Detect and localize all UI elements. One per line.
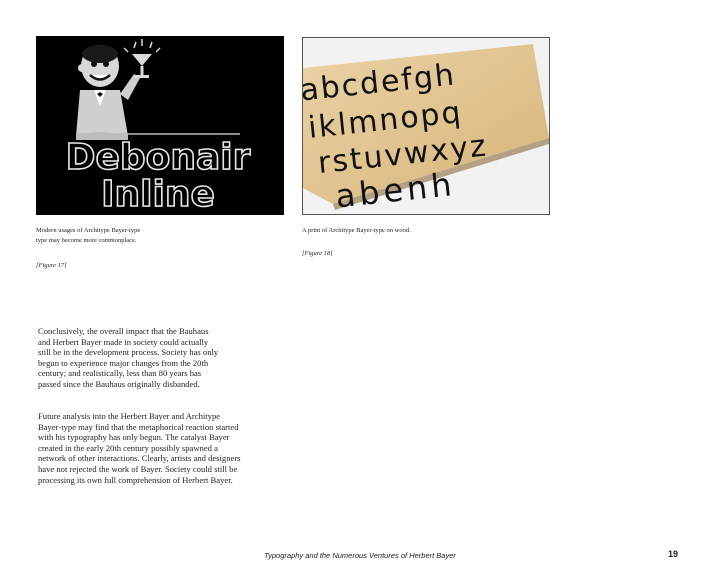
figure-18-caption: A print of Architype Bayer-type on wood. (302, 226, 502, 236)
figure-17-reference: [Figure 17] (36, 262, 67, 269)
figure-17-caption: Modern usages of Architype Bayer-type ty… (36, 226, 236, 246)
text-line: created in the early 20th century possib… (38, 442, 218, 453)
caption-line: A print of Architype Bayer-type on wood. (302, 227, 411, 234)
text-line: Bayer-type may find that the metaphorica… (38, 421, 239, 432)
text-line: have not rejected the work of Bayer. Soc… (38, 463, 238, 474)
caption-line: Modern usages of Architype Bayer-type (36, 227, 141, 234)
text-line: still be in the development process. Soc… (38, 347, 219, 358)
text-line: century; and realistically, less than 80… (38, 368, 202, 379)
figure-18-reference: [Figure 18] (302, 250, 333, 257)
text-line: network of other interactions. Clearly, … (38, 453, 241, 464)
body-paragraph-1: Conclusively, the overall impact that th… (38, 326, 288, 390)
footer-title: Typography and the Numerous Ventures of … (264, 551, 456, 560)
text-line: Conclusively, the overall impact that th… (38, 326, 209, 336)
text-line: begun to experience major changes from t… (38, 357, 209, 368)
text-line: processing its own full comprehension of… (38, 474, 233, 485)
text-line: passed since the Bauhaus originally disb… (38, 378, 200, 389)
waiter-mascot-icon (76, 39, 161, 140)
page-number: 19 (668, 549, 679, 559)
figure-17-image: Debonair Inline (36, 36, 284, 215)
logo-line1: Debonair (66, 137, 251, 178)
debonair-inline-illustration: Debonair Inline (65, 39, 251, 215)
text-line: with his typography has only begun. The … (38, 432, 230, 443)
figure-18-image: abcdefgh iklmnopq rstuvwxyz abenh (302, 37, 550, 215)
logo-line2: Inline (101, 174, 215, 215)
caption-line: type may become more commonplace. (36, 237, 137, 244)
text-line: Future analysis into the Herbert Bayer a… (38, 411, 221, 421)
wood-print-illustration: abcdefgh iklmnopq rstuvwxyz abenh (303, 44, 549, 214)
text-line: and Herbert Bayer made in society could … (38, 336, 209, 347)
body-paragraph-2: Future analysis into the Herbert Bayer a… (38, 411, 288, 485)
